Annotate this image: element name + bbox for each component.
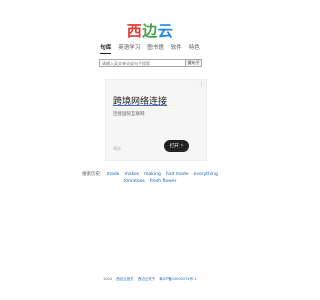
- nav-tab-sentences[interactable]: 句库: [100, 43, 112, 54]
- logo-char-1: 西: [126, 22, 143, 40]
- footer-link-about[interactable]: 西边云关于: [138, 277, 156, 282]
- search-input[interactable]: 请输入英文单词或句子搜索: [99, 59, 186, 67]
- history-link[interactable]: fresh flower: [150, 178, 177, 185]
- logo-char-3: 云: [157, 22, 174, 40]
- history-link[interactable]: tomatoes: [124, 178, 145, 185]
- ad-subtitle: 连接国际互联网: [113, 112, 145, 117]
- history-label: 搜索历史:: [82, 172, 102, 177]
- history-link[interactable]: had made: [166, 171, 189, 178]
- ad-banner[interactable]: ⓘ 跨境网络连接 连接国际互联网 司乐 打开 ›: [105, 79, 207, 161]
- page-footer: 2020 西边云官方 西边云关于 粤ICP备10005274号-1: [0, 277, 300, 282]
- history-link[interactable]: everything: [194, 171, 218, 178]
- search-history: 搜索历史: made makes making had made everyth…: [0, 171, 300, 185]
- footer-link-official[interactable]: 西边云官方: [116, 277, 134, 282]
- logo-char-2: 边: [142, 22, 158, 40]
- footer-year: 2020: [103, 277, 113, 281]
- history-row-1: 搜索历史: made makes making had made everyth…: [0, 171, 300, 178]
- ad-info-icon[interactable]: ⓘ: [199, 82, 204, 87]
- nav-tab-english-learning[interactable]: 英语学习: [118, 43, 140, 54]
- search-bar: 请输入英文单词或句子搜索 搜句子: [99, 59, 202, 67]
- main-nav: 句库 英语学习 图书馆 软件 特色: [0, 43, 300, 54]
- footer-link-icp[interactable]: 粤ICP备10005274号-1: [159, 277, 196, 282]
- history-link[interactable]: making: [144, 171, 161, 178]
- nav-tab-library[interactable]: 图书馆: [147, 43, 164, 54]
- ad-title[interactable]: 跨境网络连接: [113, 94, 167, 107]
- nav-tab-software[interactable]: 软件: [171, 43, 182, 54]
- ad-advertiser: 司乐: [113, 146, 121, 151]
- ad-open-label: 打开: [169, 144, 179, 149]
- search-button[interactable]: 搜句子: [186, 59, 202, 67]
- chevron-right-icon: ›: [180, 142, 184, 149]
- nav-tab-featured[interactable]: 特色: [189, 43, 200, 54]
- history-link[interactable]: made: [107, 171, 120, 178]
- history-link[interactable]: makes: [124, 171, 139, 178]
- ad-open-button[interactable]: 打开 ›: [164, 140, 189, 152]
- site-logo[interactable]: 西边云: [0, 20, 300, 41]
- history-row-2: tomatoes fresh flower: [0, 178, 300, 185]
